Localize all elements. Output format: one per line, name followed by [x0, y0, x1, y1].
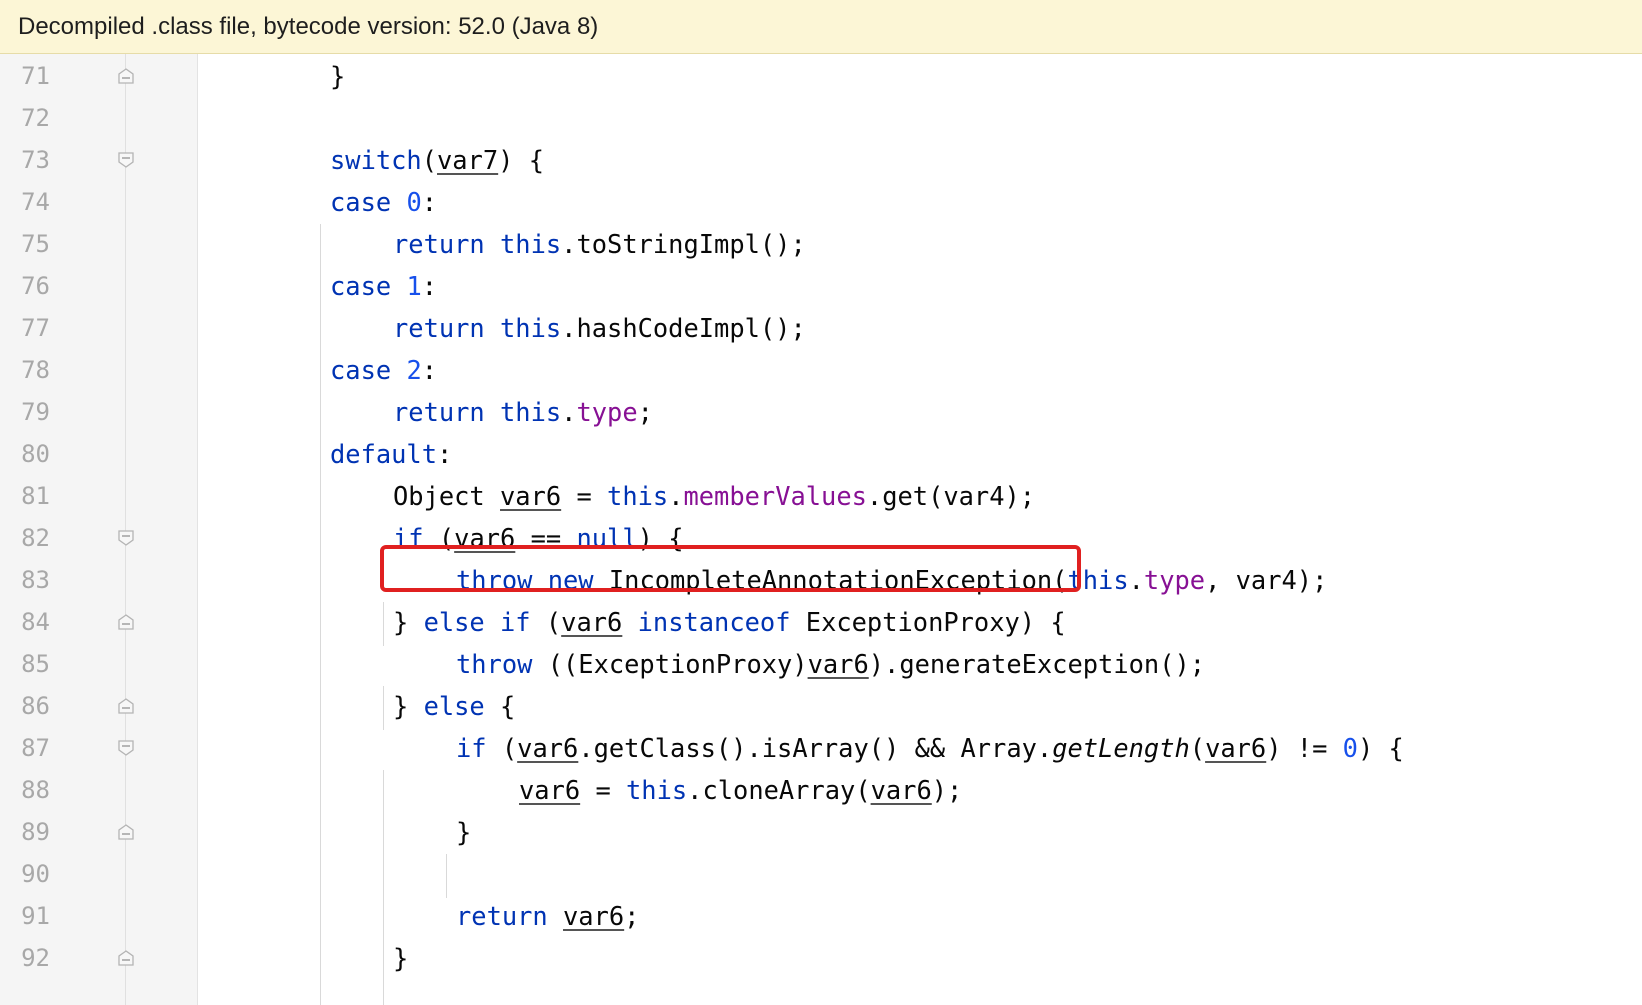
code-text: default: — [330, 439, 453, 469]
code-text: throw ((ExceptionProxy)var6).generateExc… — [456, 649, 1206, 679]
line-number: 88 — [21, 776, 50, 804]
code-text: switch(var7) { — [330, 145, 545, 175]
line-number: 87 — [21, 734, 50, 762]
code-text: } else { — [393, 691, 516, 721]
fold-end-icon[interactable] — [117, 613, 135, 631]
code-line-88: 88 var6 = this.cloneArray(var6); — [0, 768, 1642, 812]
code-text: } — [393, 943, 409, 973]
fold-end-icon[interactable] — [117, 697, 135, 715]
decompiled-file-banner: Decompiled .class file, bytecode version… — [0, 0, 1642, 54]
code-text: if (var6.getClass().isArray() && Array.g… — [456, 733, 1404, 763]
line-number: 86 — [21, 692, 50, 720]
code-line-75: 75 return this.toStringImpl(); — [0, 222, 1642, 266]
code-editor[interactable]: 71 } 72 73 switch(var7) { 74 case 0: 75 … — [0, 54, 1642, 1005]
line-number: 75 — [21, 230, 50, 258]
code-text: } else if (var6 instanceof ExceptionProx… — [393, 607, 1066, 637]
code-text: } — [456, 817, 472, 847]
code-text: var6 = this.cloneArray(var6); — [519, 775, 963, 805]
code-line-74: 74 case 0: — [0, 180, 1642, 224]
code-line-85: 85 throw ((ExceptionProxy)var6).generate… — [0, 642, 1642, 686]
line-number: 73 — [21, 146, 50, 174]
fold-end-icon[interactable] — [117, 949, 135, 967]
code-line-71: 71 } — [0, 54, 1642, 98]
line-number: 74 — [21, 188, 50, 216]
fold-end-icon[interactable] — [117, 67, 135, 85]
line-number: 76 — [21, 272, 50, 300]
code-line-76: 76 case 1: — [0, 264, 1642, 308]
code-line-73: 73 switch(var7) { — [0, 138, 1642, 182]
line-number: 79 — [21, 398, 50, 426]
code-line-80: 80 default: — [0, 432, 1642, 476]
code-text: return this.hashCodeImpl(); — [393, 313, 806, 343]
code-line-92: 92 } — [0, 936, 1642, 980]
code-text: Object var6 = this.memberValues.get(var4… — [393, 481, 1036, 511]
code-line-91: 91 return var6; — [0, 894, 1642, 938]
line-number: 89 — [21, 818, 50, 846]
code-line-89: 89 } — [0, 810, 1642, 854]
banner-text: Decompiled .class file, bytecode version… — [18, 13, 599, 40]
code-line-84: 84 } else if (var6 instanceof ExceptionP… — [0, 600, 1642, 644]
line-number: 80 — [21, 440, 50, 468]
line-number: 81 — [21, 482, 50, 510]
code-line-79: 79 return this.type; — [0, 390, 1642, 434]
line-number: 72 — [21, 104, 50, 132]
code-line-72: 72 — [0, 96, 1642, 140]
line-number: 92 — [21, 944, 50, 972]
code-text: return this.toStringImpl(); — [393, 229, 806, 259]
code-text: case 0: — [330, 187, 438, 217]
fold-start-icon[interactable] — [117, 151, 135, 169]
code-text: return var6; — [456, 901, 640, 931]
line-number: 84 — [21, 608, 50, 636]
line-number: 83 — [21, 566, 50, 594]
line-number: 77 — [21, 314, 50, 342]
code-line-77: 77 return this.hashCodeImpl(); — [0, 306, 1642, 350]
highlight-box — [380, 545, 1081, 592]
line-number: 78 — [21, 356, 50, 384]
code-text: case 1: — [330, 271, 438, 301]
code-text: case 2: — [330, 355, 438, 385]
line-number: 90 — [21, 860, 50, 888]
code-line-87: 87 if (var6.getClass().isArray() && Arra… — [0, 726, 1642, 770]
code-line-81: 81 Object var6 = this.memberValues.get(v… — [0, 474, 1642, 518]
code-text: return this.type; — [393, 397, 653, 427]
code-line-78: 78 case 2: — [0, 348, 1642, 392]
fold-start-icon[interactable] — [117, 529, 135, 547]
fold-start-icon[interactable] — [117, 739, 135, 757]
fold-end-icon[interactable] — [117, 823, 135, 841]
line-number: 71 — [21, 62, 50, 90]
code-line-90: 90 — [0, 852, 1642, 896]
code-text: } — [330, 61, 346, 91]
line-number: 85 — [21, 650, 50, 678]
line-number: 91 — [21, 902, 50, 930]
line-number: 82 — [21, 524, 50, 552]
code-line-86: 86 } else { — [0, 684, 1642, 728]
